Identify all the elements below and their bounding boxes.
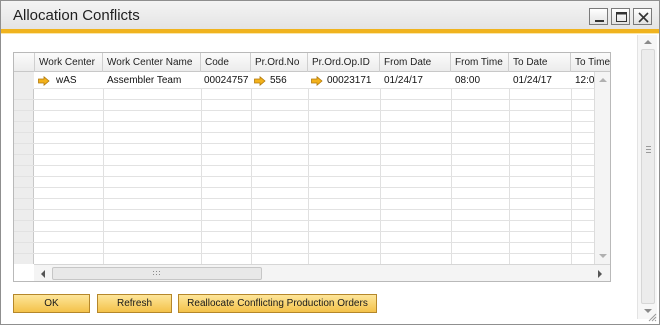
minimize-button[interactable] bbox=[589, 8, 608, 25]
col-header-to-date[interactable]: To Date bbox=[509, 53, 571, 72]
col-header-from-time[interactable]: From Time bbox=[451, 53, 509, 72]
table-row[interactable] bbox=[14, 221, 610, 232]
cell-work-center-name: Assembler Team bbox=[107, 75, 182, 86]
table-row[interactable] bbox=[14, 111, 610, 122]
grid-horizontal-scrollbar[interactable] bbox=[34, 264, 610, 281]
table-row[interactable] bbox=[14, 122, 610, 133]
link-arrow-icon[interactable] bbox=[254, 76, 266, 86]
table-row[interactable] bbox=[14, 100, 610, 111]
cell-pr-ord-op-id: 00023171 bbox=[327, 75, 372, 86]
col-header-from-date[interactable]: From Date bbox=[380, 53, 451, 72]
col-header-code[interactable]: Code bbox=[201, 53, 251, 72]
table-row[interactable]: wAS Assembler Team 00024757 556 00023171… bbox=[14, 72, 610, 89]
link-arrow-icon[interactable] bbox=[38, 76, 50, 86]
table-row[interactable] bbox=[14, 144, 610, 155]
table-row[interactable] bbox=[14, 133, 610, 144]
cell-work-center: wAS bbox=[56, 75, 77, 86]
table-row[interactable] bbox=[14, 89, 610, 100]
conflicts-grid: Work Center Work Center Name Code Pr.Ord… bbox=[13, 52, 611, 282]
cell-to-time: 12:00 bbox=[575, 75, 595, 86]
minimize-icon bbox=[595, 20, 604, 22]
close-icon bbox=[638, 12, 649, 23]
table-row[interactable] bbox=[14, 188, 610, 199]
col-header-pr-ord-op-id[interactable]: Pr.Ord.Op.ID bbox=[308, 53, 380, 72]
window-scroll-thumb[interactable] bbox=[641, 49, 655, 304]
ok-button[interactable]: OK bbox=[13, 294, 90, 313]
table-row[interactable] bbox=[14, 254, 610, 264]
allocation-conflicts-window: Allocation Conflicts Work Center Work Ce… bbox=[0, 0, 660, 325]
resize-grip-icon[interactable] bbox=[647, 312, 657, 322]
table-row[interactable] bbox=[14, 210, 610, 221]
grid-corner-cell bbox=[14, 53, 35, 72]
window-title: Allocation Conflicts bbox=[13, 7, 140, 24]
refresh-button[interactable]: Refresh bbox=[97, 294, 172, 313]
grid-body: wAS Assembler Team 00024757 556 00023171… bbox=[14, 72, 610, 264]
maximize-icon bbox=[616, 12, 627, 22]
grid-header-row: Work Center Work Center Name Code Pr.Ord… bbox=[14, 53, 610, 72]
link-arrow-icon[interactable] bbox=[311, 76, 323, 86]
table-row[interactable] bbox=[14, 199, 610, 210]
table-row[interactable] bbox=[14, 243, 610, 254]
grip-icon bbox=[153, 271, 160, 275]
table-row[interactable] bbox=[14, 166, 610, 177]
cell-from-time: 08:00 bbox=[455, 75, 481, 86]
close-button[interactable] bbox=[633, 8, 652, 25]
cell-pr-ord-no: 556 bbox=[270, 75, 287, 86]
scroll-right-icon[interactable] bbox=[596, 269, 604, 279]
grid-scroll-down-icon[interactable] bbox=[598, 252, 608, 260]
grid-scroll-up-icon[interactable] bbox=[598, 76, 608, 84]
title-bar: Allocation Conflicts bbox=[1, 1, 659, 29]
col-header-pr-ord-no[interactable]: Pr.Ord.No bbox=[251, 53, 308, 72]
grip-icon bbox=[646, 146, 651, 153]
grid-vertical-scrollbar[interactable] bbox=[594, 72, 610, 264]
cell-to-date: 01/24/17 bbox=[513, 75, 552, 86]
table-row[interactable] bbox=[14, 155, 610, 166]
cell-code: 00024757 bbox=[204, 75, 249, 86]
window-vertical-scrollbar[interactable] bbox=[637, 35, 657, 319]
cell-from-date: 01/24/17 bbox=[384, 75, 423, 86]
table-row[interactable] bbox=[14, 232, 610, 243]
col-header-to-time[interactable]: To Time bbox=[571, 53, 610, 72]
reallocate-button[interactable]: Reallocate Conflicting Production Orders bbox=[178, 294, 377, 313]
col-header-work-center[interactable]: Work Center bbox=[35, 53, 103, 72]
row-selector[interactable] bbox=[14, 72, 34, 89]
grid-hscroll-thumb[interactable] bbox=[52, 267, 262, 280]
table-row[interactable] bbox=[14, 177, 610, 188]
scroll-left-icon[interactable] bbox=[39, 269, 47, 279]
scroll-up-icon[interactable] bbox=[643, 38, 653, 46]
col-header-work-center-name[interactable]: Work Center Name bbox=[103, 53, 201, 72]
maximize-button[interactable] bbox=[611, 8, 630, 25]
title-accent-shadow bbox=[1, 33, 659, 34]
